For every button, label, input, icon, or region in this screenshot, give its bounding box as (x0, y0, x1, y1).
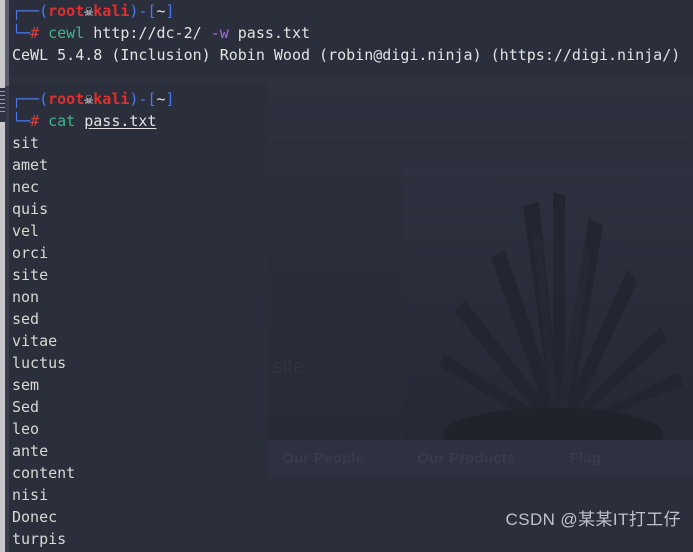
nav-item-our-people[interactable]: Our People (282, 450, 364, 467)
terminal-window-body (8, 84, 268, 552)
screenshot-root: DC-2 Just another WordPress site Welcome… (0, 0, 693, 552)
plant-photo (403, 166, 693, 440)
nav-item-our-products[interactable]: Our Products (417, 450, 515, 467)
watermark: CSDN @某某IT打工仔 (505, 510, 681, 529)
scrollbar-thumb[interactable] (5, 0, 9, 86)
terminal-window-top (8, 0, 693, 78)
sidebar-resize-handle[interactable] (0, 88, 6, 122)
nav-item-flag[interactable]: Flag (569, 450, 601, 467)
